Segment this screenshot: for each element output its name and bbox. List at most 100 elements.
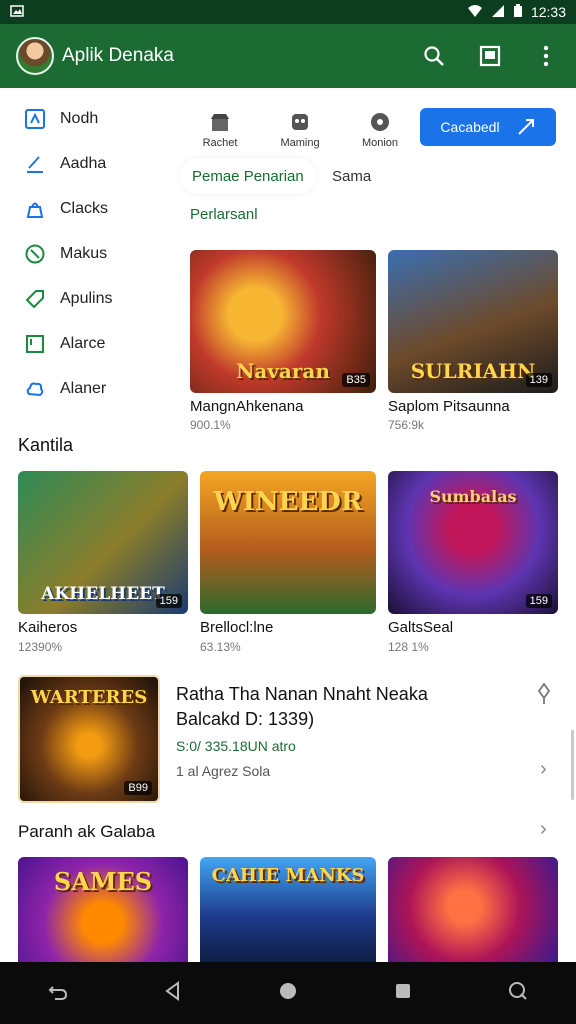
sidebar-item-label: Alaner [60, 379, 107, 397]
more-vert-icon[interactable] [532, 42, 560, 70]
undo-icon[interactable] [47, 980, 69, 1007]
sidebar-item-aadha[interactable]: Aadha [0, 141, 170, 186]
game-art: WINEEDR [200, 471, 376, 614]
chip-active[interactable]: Pemae Penarian [180, 158, 316, 194]
sidebar-item-label: Alarce [60, 334, 106, 352]
scrollbar[interactable] [571, 730, 574, 800]
assistant-icon[interactable] [507, 980, 529, 1007]
cloud-icon [26, 382, 44, 396]
game-card[interactable] [388, 857, 558, 967]
back-icon[interactable] [162, 980, 184, 1007]
sidebar-item-label: Clacks [60, 199, 109, 217]
game-logo: SAMES [53, 867, 153, 896]
game-title: Saplom Pitsaunna [388, 398, 510, 415]
sidebar-item-makus[interactable]: Makus [0, 231, 170, 276]
avatar[interactable] [16, 37, 54, 75]
topnav-label: Maming [280, 137, 320, 149]
compass-icon [25, 244, 45, 263]
game-title: GaltsSeal [388, 619, 454, 636]
game-art: AKHELHEET 159 [18, 471, 188, 614]
edit-icon [27, 155, 43, 173]
battery-icon [513, 3, 523, 21]
app-title: Aplik Denaka [62, 45, 174, 66]
bag-icon [26, 202, 44, 218]
sidebar-item-alaner[interactable]: Alaner [0, 366, 170, 411]
section-title-paranh: Paranh ak Galaba [18, 822, 156, 841]
topnav-item-monion[interactable]: Monion [340, 111, 420, 149]
game-art: Sumbalas 159 [388, 471, 558, 614]
share-icon [517, 119, 534, 135]
game-sub: 756:9k [388, 418, 425, 432]
chevron-right-icon[interactable]: › [540, 758, 547, 781]
topnav-label: Rachet [202, 137, 238, 149]
game-art: WARTERES B99 [20, 677, 158, 801]
sidebar-item-alarce[interactable]: Alarce [0, 321, 170, 366]
game-badge: B99 [124, 781, 152, 795]
game-card[interactable]: SULRIAHN 139 [388, 250, 558, 393]
game-card[interactable]: AKHELHEET 159 [18, 471, 188, 614]
game-card[interactable]: Sumbalas 159 [388, 471, 558, 614]
game-badge: 159 [525, 594, 552, 608]
game-badge: 159 [155, 594, 182, 608]
tag-icon [25, 289, 44, 308]
store-icon [211, 114, 229, 131]
cta-button[interactable]: Cacabedl [420, 108, 556, 146]
status-bar: 12:33 [0, 0, 576, 24]
game-card[interactable]: Navaran B35 [190, 250, 376, 393]
search-icon[interactable] [420, 42, 448, 70]
game-title: Kaiheros [18, 619, 78, 636]
pin-icon[interactable] [536, 682, 552, 710]
feature-title[interactable]: Ratha Tha Nanan Nnaht Neaka Balcakd D: 1… [176, 682, 496, 732]
feature-price: S:0/ 335.18UN atro [176, 738, 296, 754]
app-bar: Aplik Denaka [0, 24, 576, 88]
game-sub: 12390% [18, 640, 63, 654]
status-time: 12:33 [530, 4, 566, 20]
frame-icon [26, 334, 44, 353]
home-button-icon[interactable] [277, 980, 299, 1007]
sidebar-item-label: Nodh [60, 109, 99, 127]
game-card[interactable]: WINEEDR [200, 471, 376, 614]
game-art [388, 857, 558, 967]
system-nav-bar [0, 962, 576, 1024]
topnav-item-maming[interactable]: Maming [260, 111, 340, 149]
gamepad-icon [292, 114, 308, 130]
game-sub: 128 1% [388, 640, 429, 654]
topnav-label: Monion [361, 137, 399, 149]
home-icon [25, 108, 45, 129]
sidebar-item-label: Apulins [60, 289, 113, 307]
sidebar-item-nodh[interactable]: Nodh [0, 96, 170, 141]
game-sub: 63.13% [200, 640, 241, 654]
section-title-kantila: Kantila [18, 435, 74, 455]
game-logo: CAHIE MANKS [211, 865, 365, 886]
game-title: Brellocl:lne [200, 619, 274, 636]
feature-card[interactable]: WARTERES B99 [18, 675, 160, 803]
game-badge: B35 [342, 373, 370, 387]
game-card[interactable]: CAHIE MANKS [200, 857, 376, 967]
feature-meta: 1 al Agrez Sola [176, 763, 271, 779]
wifi-icon [467, 4, 483, 21]
game-title: MangnAhkenana [190, 398, 304, 415]
game-art: SULRIAHN 139 [388, 250, 558, 393]
game-logo: WARTERES [30, 687, 148, 708]
game-logo: WINEEDR [213, 487, 363, 517]
gallery-icon [10, 4, 24, 21]
topnav-item-rachet[interactable]: Rachet [180, 111, 260, 149]
window-icon[interactable] [476, 42, 504, 70]
sidebar-item-label: Makus [60, 244, 108, 262]
recents-icon[interactable] [392, 980, 414, 1007]
signal-icon [491, 4, 505, 21]
game-logo: Sumbalas [429, 487, 517, 506]
sidebar-item-apulins[interactable]: Apulins [0, 276, 170, 321]
chip-second[interactable]: Sama [332, 168, 371, 185]
game-art: CAHIE MANKS [200, 857, 376, 967]
game-sub: 900.1% [190, 418, 231, 432]
cta-label: Cacabedl [440, 119, 500, 135]
sidebar-item-label: Aadha [60, 154, 107, 172]
game-art: SAMES [18, 857, 188, 967]
game-art: Navaran B35 [190, 250, 376, 393]
chip-third[interactable]: Perlarsanl [190, 206, 258, 223]
sidebar-item-clacks[interactable]: Clacks [0, 186, 170, 231]
game-card[interactable]: SAMES [18, 857, 188, 967]
chevron-right-icon[interactable]: › [540, 818, 547, 841]
circle-icon [371, 113, 389, 131]
